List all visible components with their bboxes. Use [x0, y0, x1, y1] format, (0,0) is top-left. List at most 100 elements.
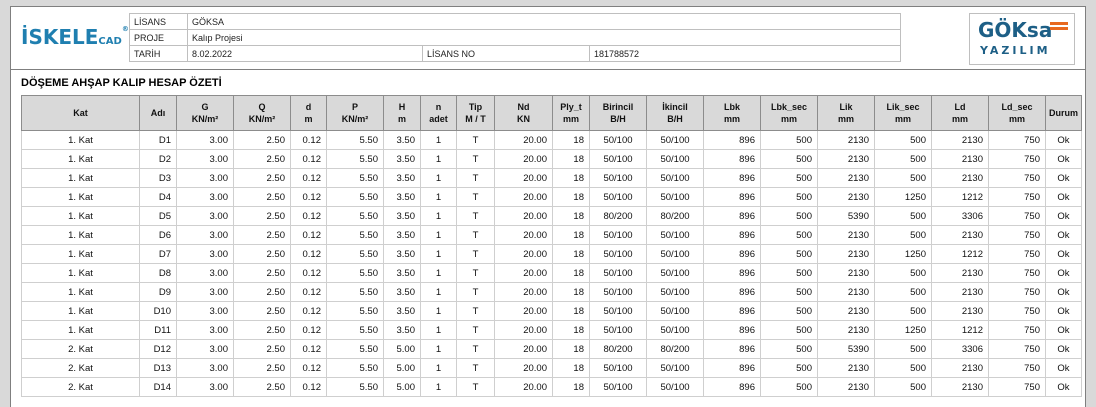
tarih-value: 8.02.2022 — [187, 45, 423, 62]
table-cell: D4 — [139, 187, 177, 207]
table-cell: 2130 — [931, 168, 989, 188]
table-cell: 896 — [703, 244, 761, 264]
column-header-label: Lik_sec — [886, 102, 920, 112]
logo-main-text: İSKELE — [21, 25, 99, 49]
table-cell: 80/200 — [589, 206, 647, 226]
column-header-label: P — [351, 102, 358, 112]
table-cell: 0.12 — [290, 339, 327, 359]
column-header: Ply_t mm — [552, 95, 590, 131]
table-cell: 5.50 — [326, 301, 384, 321]
license-info-table: LİSANS GÖKSA PROJE Kalıp Projesi TARİH 8… — [129, 13, 901, 62]
table-cell: 750 — [988, 320, 1046, 340]
column-header-label: Kat — [73, 108, 88, 118]
column-header: n adet — [420, 95, 457, 131]
logo-sub-text: CAD — [98, 36, 122, 47]
table-cell: 5.50 — [326, 358, 384, 378]
table-cell: 500 — [760, 206, 818, 226]
table-cell: 3.50 — [383, 301, 421, 321]
column-header-label: Lik — [839, 102, 853, 112]
table-cell: 500 — [874, 168, 932, 188]
table-cell: 20.00 — [494, 377, 553, 397]
table-cell: 2130 — [817, 377, 875, 397]
table-cell: 50/100 — [589, 282, 647, 302]
report-sheet: İSKELECAD ® LİSANS GÖKSA PROJE Kalıp Proj… — [10, 6, 1086, 407]
column-header-unit: KN/m² — [341, 114, 369, 124]
table-cell: 5.50 — [326, 263, 384, 283]
table-cell: 750 — [988, 377, 1046, 397]
column-header-unit: mm — [837, 114, 854, 124]
tarih-label: TARİH — [129, 45, 188, 62]
table-cell: 5.50 — [326, 282, 384, 302]
table-cell: 2.50 — [233, 339, 291, 359]
table-cell: 3.00 — [176, 244, 234, 264]
summary-table: Kat Adı G KN/m² Q KN/m² d m P KN/m² Hm n adet Tip M / … — [21, 95, 1082, 397]
column-header-label: G — [201, 102, 209, 112]
table-cell: Ok — [1045, 206, 1082, 226]
table-cell: 0.12 — [290, 301, 327, 321]
table-cell: 0.12 — [290, 320, 327, 340]
table-cell: 750 — [988, 263, 1046, 283]
table-cell: 500 — [874, 358, 932, 378]
table-cell: 750 — [988, 187, 1046, 207]
table-cell: 0.12 — [290, 244, 327, 264]
table-row: 1. Kat D8 3.00 2.50 0.12 5.50 3.50 1 T 20.00 18 50/… — [21, 263, 1082, 283]
table-cell: 20.00 — [494, 301, 553, 321]
table-cell: 500 — [874, 225, 932, 245]
table-cell: 500 — [874, 282, 932, 302]
table-cell: 20.00 — [494, 130, 553, 150]
table-cell: 1 — [420, 206, 457, 226]
table-cell: D12 — [139, 339, 177, 359]
table-cell: 0.12 — [290, 377, 327, 397]
table-cell: 50/100 — [589, 263, 647, 283]
table-row: 2. Kat D12 3.00 2.50 0.12 5.50 5.00 1 T 20.00 18 80… — [21, 339, 1082, 359]
table-cell: 500 — [760, 377, 818, 397]
column-header-unit: mm — [780, 114, 797, 124]
proje-value: Kalıp Projesi — [187, 29, 901, 46]
column-header-unit: KN/m² — [191, 114, 219, 124]
table-cell: 896 — [703, 168, 761, 188]
table-cell: 50/100 — [646, 168, 704, 188]
logo-registered-mark: ® — [121, 25, 129, 33]
column-header-unit: mm — [562, 114, 579, 124]
table-cell: 18 — [552, 187, 590, 207]
table-cell: 3.50 — [383, 130, 421, 150]
table-cell: 20.00 — [494, 225, 553, 245]
table-cell: 500 — [874, 339, 932, 359]
table-cell: 1. Kat — [21, 244, 140, 264]
table-cell: 2130 — [817, 187, 875, 207]
table-cell: 50/100 — [646, 187, 704, 207]
table-cell: D1 — [139, 130, 177, 150]
table-cell: Ok — [1045, 130, 1082, 150]
column-header-unit: mm — [894, 114, 911, 124]
column-header-label: Durum — [1049, 108, 1078, 118]
table-cell: 50/100 — [589, 168, 647, 188]
table-cell: 18 — [552, 149, 590, 169]
table-cell: 5.50 — [326, 244, 384, 264]
table-cell: Ok — [1045, 301, 1082, 321]
table-cell: 18 — [552, 130, 590, 150]
table-cell: D9 — [139, 282, 177, 302]
table-cell: 3.00 — [176, 225, 234, 245]
table-cell: 1 — [420, 377, 457, 397]
table-cell: D11 — [139, 320, 177, 340]
table-cell: 500 — [760, 168, 818, 188]
table-cell: 2. Kat — [21, 358, 140, 378]
table-row: 2. Kat D14 3.00 2.50 0.12 5.50 5.00 1 T 20.00 18 50… — [21, 377, 1082, 397]
table-cell: 500 — [874, 377, 932, 397]
table-cell: 50/100 — [646, 130, 704, 150]
table-cell: 750 — [988, 130, 1046, 150]
table-cell: 50/100 — [646, 320, 704, 340]
iskelecad-logo: İSKELECAD ® — [21, 25, 131, 55]
table-cell: 0.12 — [290, 168, 327, 188]
table-cell: 2130 — [931, 358, 989, 378]
table-cell: T — [456, 206, 495, 226]
table-cell: Ok — [1045, 320, 1082, 340]
table-cell: 20.00 — [494, 206, 553, 226]
column-header: Lbk mm — [703, 95, 761, 131]
table-cell: 5390 — [817, 339, 875, 359]
lisans-value: GÖKSA — [187, 13, 901, 30]
table-cell: 500 — [760, 282, 818, 302]
table-cell: 2.50 — [233, 206, 291, 226]
column-header-unit: mm — [723, 114, 740, 124]
table-cell: Ok — [1045, 339, 1082, 359]
